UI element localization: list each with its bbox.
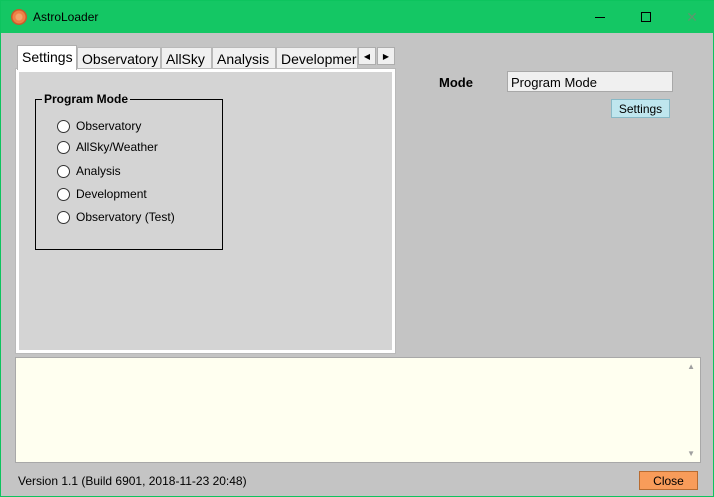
radio-label: Observatory <box>76 119 142 133</box>
radio-allsky-weather[interactable]: AllSky/Weather <box>57 139 158 155</box>
tab-development[interactable]: Developmer <box>276 47 358 69</box>
tab-allsky[interactable]: AllSky <box>161 47 212 69</box>
close-button[interactable]: Close <box>639 471 698 490</box>
arrow-right-icon: ▶ <box>382 51 390 61</box>
maximize-button[interactable] <box>623 1 669 33</box>
radio-label: Development <box>76 187 147 201</box>
radio-button-icon[interactable] <box>57 164 70 178</box>
radio-observatory-test[interactable]: Observatory (Test) <box>57 209 175 225</box>
settings-button[interactable]: Settings <box>611 99 670 118</box>
minimize-icon <box>595 16 605 18</box>
log-textarea[interactable]: ▲ ▼ <box>15 357 701 463</box>
scroll-down-icon[interactable]: ▼ <box>687 449 695 458</box>
radio-development[interactable]: Development <box>57 186 147 202</box>
app-logo-icon <box>11 9 27 25</box>
maximize-icon <box>641 12 651 22</box>
radio-label: Analysis <box>76 164 121 178</box>
tab-strip: Settings Observatory AllSky Analysis Dev… <box>15 45 396 70</box>
version-label: Version 1.1 (Build 6901, 2018-11-23 20:4… <box>18 474 247 488</box>
radio-button-icon[interactable] <box>57 187 70 201</box>
program-mode-group-label: Program Mode <box>42 92 131 106</box>
radio-analysis[interactable]: Analysis <box>57 163 121 179</box>
arrow-left-icon: ◀ <box>363 51 371 61</box>
window-title: AstroLoader <box>33 10 99 24</box>
app-window: AstroLoader ✕ Settings Observatory AllSk… <box>0 0 714 497</box>
scroll-up-icon[interactable]: ▲ <box>687 362 695 371</box>
mode-field[interactable]: Program Mode <box>507 71 673 92</box>
mode-label: Mode <box>439 75 473 90</box>
radio-label: Observatory (Test) <box>76 210 175 224</box>
minimize-button[interactable] <box>577 1 623 33</box>
tab-analysis[interactable]: Analysis <box>212 47 276 69</box>
radio-observatory[interactable]: Observatory <box>57 118 141 134</box>
title-bar[interactable]: AstroLoader ✕ <box>1 1 714 33</box>
window-close-button[interactable]: ✕ <box>669 1 714 33</box>
close-x-icon: ✕ <box>686 8 698 25</box>
radio-button-icon[interactable] <box>57 210 70 224</box>
tab-observatory[interactable]: Observatory <box>77 47 161 69</box>
radio-button-icon[interactable] <box>57 119 70 133</box>
tab-scroll-right-button[interactable]: ▶ <box>377 47 395 65</box>
radio-label: AllSky/Weather <box>76 140 158 154</box>
tab-settings[interactable]: Settings <box>17 45 77 70</box>
tab-scroll-left-button[interactable]: ◀ <box>358 47 376 65</box>
radio-button-icon[interactable] <box>57 140 70 154</box>
